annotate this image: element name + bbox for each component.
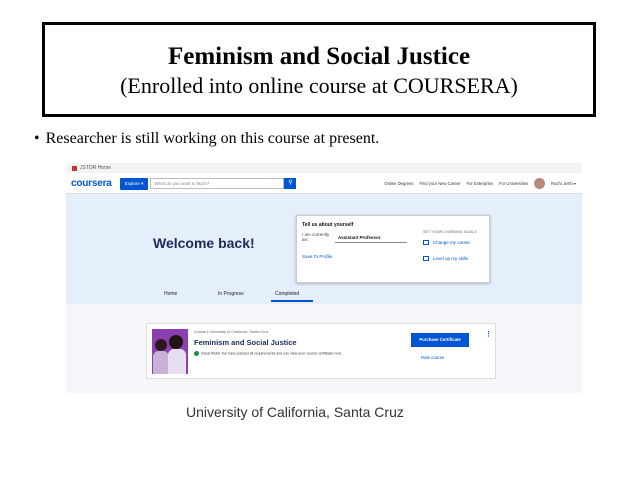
tab-completed[interactable]: Completed <box>275 291 299 297</box>
user-name[interactable]: Ruchi Joshi ▾ <box>551 181 576 186</box>
more-options-icon[interactable]: ⋮ <box>485 330 492 338</box>
coursera-logo[interactable]: coursera <box>71 178 112 189</box>
site-navbar: coursera Explore ▾ What do you want to l… <box>66 174 582 194</box>
course-thumbnail[interactable] <box>152 329 188 374</box>
explore-button[interactable]: Explore ▾ <box>119 177 149 190</box>
tab-home[interactable]: Home <box>164 291 177 297</box>
coursera-screenshot: JSTOR Home coursera Explore ▾ What do yo… <box>66 163 582 393</box>
course-meta: Course | University of California, Santa… <box>194 330 269 334</box>
course-list: Course | University of California, Santa… <box>66 304 582 393</box>
nav-link-universities[interactable]: For Universities <box>499 181 528 186</box>
bullet-symbol: • <box>34 130 40 147</box>
browser-tab[interactable]: JSTOR Home <box>66 163 582 173</box>
course-card: Course | University of California, Santa… <box>146 323 496 379</box>
nav-links: Online Degrees Find your New Career For … <box>384 178 576 189</box>
save-to-profile-link[interactable]: Save To Profile <box>302 254 332 259</box>
browser-tab-label: JSTOR Home <box>80 165 112 171</box>
nav-link-new-career[interactable]: Find your New Career <box>419 181 460 186</box>
learning-goals-heading: SET YOUR LEARNING GOALS <box>423 230 477 234</box>
bullet-text: Researcher is still working on this cour… <box>45 130 380 147</box>
slide-title-box: Feminism and Social Justice (Enrolled in… <box>42 22 596 117</box>
goal-change-career[interactable]: Change my career <box>423 240 470 246</box>
bullet-point: • Researcher is still working on this cou… <box>34 130 379 148</box>
nav-link-online-degrees[interactable]: Online Degrees <box>384 181 413 186</box>
favicon-icon <box>72 165 77 171</box>
popup-heading: Tell us about yourself <box>302 222 354 228</box>
profile-popup: Tell us about yourself I am currently an… <box>296 215 490 283</box>
slide-title: Feminism and Social Justice <box>167 43 471 70</box>
popup-i-am-label: I am currently an: <box>302 232 330 242</box>
nav-link-enterprise[interactable]: For Enterprise <box>466 181 493 186</box>
goal-level-up[interactable]: Level up my skills <box>423 256 468 262</box>
role-select[interactable]: Assistant Professor <box>335 235 407 243</box>
tab-in-progress[interactable]: In Progress <box>218 291 244 297</box>
check-icon <box>194 351 199 356</box>
briefcase-icon <box>423 240 429 246</box>
course-status: Great Work! You have passed all requirem… <box>194 351 342 356</box>
course-name[interactable]: Feminism and Social Justice <box>194 338 297 347</box>
active-tab-indicator <box>271 300 313 302</box>
purchase-certificate-button[interactable]: Purchase Certificate <box>411 333 469 347</box>
chart-icon <box>423 256 429 262</box>
search-input[interactable]: What do you want to learn? <box>150 178 285 189</box>
user-avatar[interactable] <box>534 178 546 189</box>
welcome-heading: Welcome back! <box>153 235 255 251</box>
slide-subtitle: (Enrolled into online course at COURSERA… <box>120 73 518 98</box>
screenshot-caption: University of California, Santa Cruz <box>186 404 404 420</box>
search-icon[interactable]: ⚲ <box>284 178 297 189</box>
rate-course-link[interactable]: Rate course <box>421 355 444 360</box>
